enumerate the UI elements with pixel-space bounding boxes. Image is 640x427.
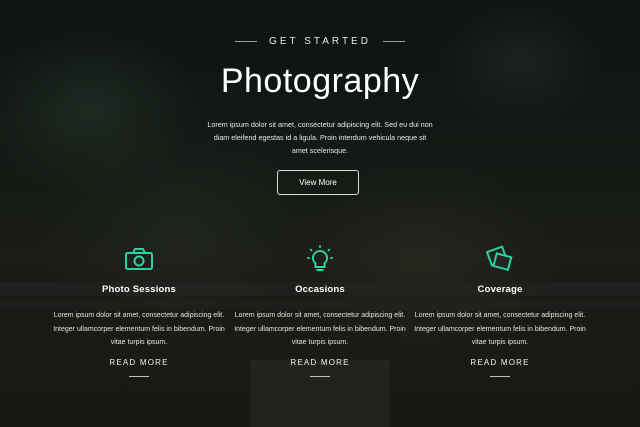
feature-coverage: Coverage Lorem ipsum dolor sit amet, con… (405, 244, 595, 377)
read-more-link[interactable]: READ MORE (290, 358, 349, 367)
eyebrow-line-left (235, 40, 258, 42)
read-more-link[interactable]: READ MORE (109, 358, 168, 367)
feature-text: Lorem ipsum dolor sit amet, consectetur … (414, 312, 586, 346)
read-more-underline (310, 375, 330, 377)
view-more-button[interactable]: View More (277, 170, 359, 195)
feature-title: Occasions (295, 284, 345, 295)
read-more-link[interactable]: READ MORE (470, 358, 529, 367)
eyebrow-text: GET STARTED (269, 36, 371, 47)
read-more-underline (490, 375, 510, 377)
hero-title: Photography (220, 62, 420, 100)
feature-text: Lorem ipsum dolor sit amet, consectetur … (234, 312, 406, 346)
camera-icon (44, 244, 234, 274)
feature-photo-sessions: Photo Sessions Lorem ipsum dolor sit ame… (44, 244, 234, 377)
photos-icon (405, 244, 595, 274)
hero-eyebrow: GET STARTED (0, 36, 640, 47)
lightbulb-icon (225, 244, 415, 274)
feature-title: Coverage (477, 284, 523, 295)
feature-occasions: Occasions Lorem ipsum dolor sit amet, co… (225, 244, 415, 377)
hero-description: Lorem ipsum dolor sit amet, consectetur … (207, 120, 433, 155)
feature-title: Photo Sessions (101, 284, 177, 295)
eyebrow-line-right (382, 40, 405, 42)
feature-text: Lorem ipsum dolor sit amet, consectetur … (53, 312, 225, 346)
read-more-underline (129, 375, 149, 377)
